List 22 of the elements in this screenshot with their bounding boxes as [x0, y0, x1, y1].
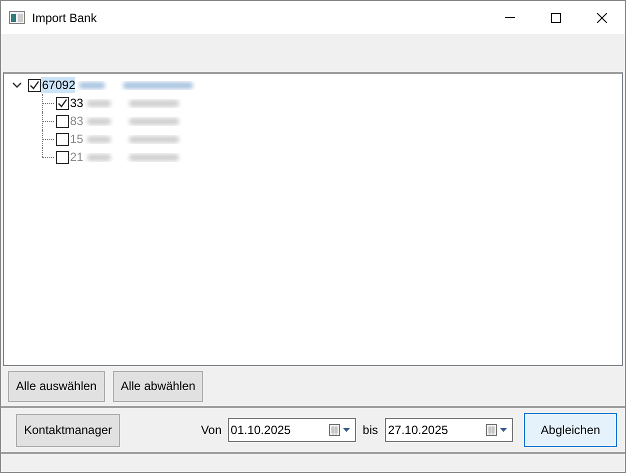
- to-label: bis: [362, 422, 378, 439]
- checkbox[interactable]: [56, 96, 69, 110]
- date-field[interactable]: 27.10.2025: [385, 418, 513, 442]
- checkbox[interactable]: [28, 78, 41, 92]
- from-label: Von: [200, 422, 222, 439]
- window-title: Import Bank: [32, 10, 98, 26]
- app-icon: [9, 11, 25, 24]
- minimize-icon: [505, 17, 515, 18]
- calendar-dropdown-icon[interactable]: [328, 424, 351, 436]
- contact-manager-button[interactable]: Kontaktmanager: [16, 414, 120, 446]
- match-button[interactable]: Abgleichen: [524, 413, 617, 447]
- selection-button[interactable]: Alle auswählen: [8, 370, 105, 402]
- check-icon: [29, 80, 40, 90]
- selection-button[interactable]: Alle abwählen: [112, 370, 204, 402]
- date-field[interactable]: 01.10.2025: [228, 418, 356, 442]
- chevron-icon[interactable]: [12, 82, 22, 88]
- maximize-icon: [551, 12, 561, 22]
- tree-item[interactable]: 67092: [41, 77, 76, 93]
- check-icon: [57, 98, 68, 108]
- calendar-dropdown-icon[interactable]: [486, 424, 508, 436]
- close-icon: [597, 12, 607, 22]
- tree-item[interactable]: 33: [69, 95, 84, 111]
